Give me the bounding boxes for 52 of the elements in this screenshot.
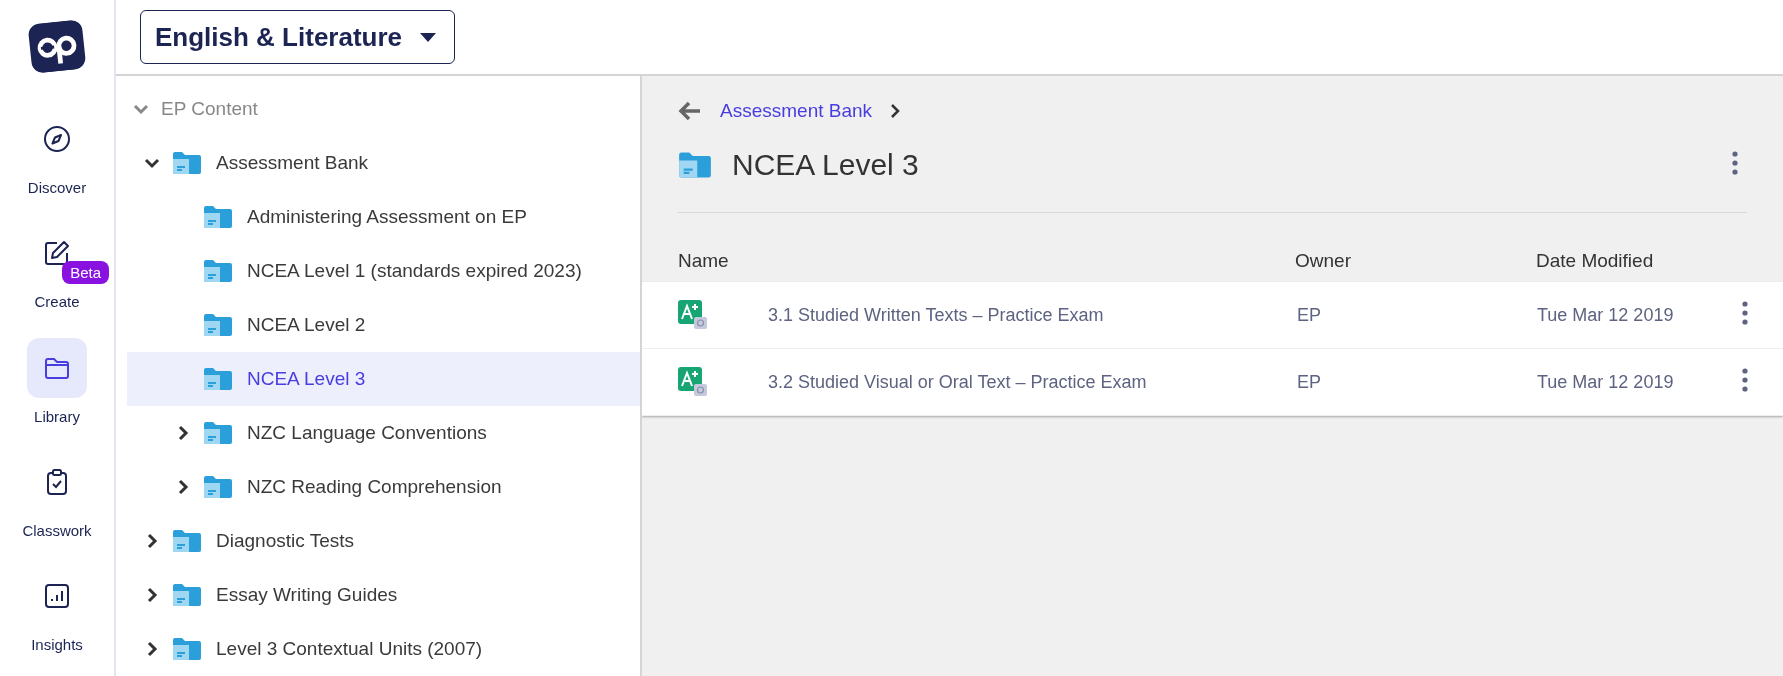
chart-icon [43,581,71,610]
assessment-file-icon [678,300,708,330]
kebab-icon [1742,368,1748,392]
tree-item[interactable]: Administering Assessment on EP [127,190,640,244]
caret-icon [420,32,437,42]
folder-icon [172,151,202,175]
folder-icon [203,259,233,283]
date-cell-text: Tue Mar 12 2019 [1537,304,1675,326]
folder-icon [678,151,712,179]
assessment-file-icon [678,367,708,397]
folder-icon [172,637,202,661]
back-arrow-icon[interactable] [678,101,702,121]
folder-icon [203,421,233,445]
file-name[interactable]: 3.2 Studied Visual or Oral Text – Practice Exam [768,371,1297,393]
date-cell-text: Tue Mar 12 2019 [1537,371,1675,393]
folder-icon [203,475,233,499]
column-header[interactable]: Name [678,249,1295,272]
compass-icon [43,125,71,154]
pencil-icon [43,239,71,268]
nav-item[interactable]: Classwork [5,447,109,562]
tree-item[interactable]: Assessment Bank [127,136,640,190]
folder-icon [172,583,202,607]
folder-icon [203,367,233,391]
column-header[interactable]: Owner [1295,249,1536,272]
tree-item[interactable]: NZC Reading Comprehension [127,460,640,514]
kebab-icon [1732,151,1738,175]
beta-badge: Beta [62,261,109,285]
tree-item[interactable]: NCEA Level 2 [127,298,640,352]
kebab-icon [1742,301,1748,325]
tree-item[interactable]: NCEA Level 1 (standards expired 2023) [127,244,640,298]
owner-cell-text: EP [1297,371,1322,393]
nav-item[interactable]: Library [5,333,109,448]
folder-icon [172,529,202,553]
tree-item[interactable]: Level 3 Contextual Units (2007) [127,622,640,676]
breadcrumb-link[interactable]: Assessment Bank [720,100,873,122]
folder-icon [203,205,233,229]
chevron-right-icon [890,103,901,119]
tree-item[interactable]: NCEA Level 3 [127,352,640,406]
tree-item[interactable]: NZC Language Conventions [127,406,640,460]
nav-item[interactable]: Discover [5,105,109,220]
subject-dropdown[interactable]: English & Literature [140,10,456,64]
folder-icon [203,313,233,337]
tree-item[interactable]: Essay Writing Guides [127,568,640,622]
nav-item[interactable]: Beta Create [5,219,109,334]
column-header[interactable]: Date Modified [1536,249,1783,272]
logo-icon[interactable] [27,19,87,75]
file-name[interactable]: 3.1 Studied Written Texts – Practice Exam [768,304,1297,326]
owner-cell-text: EP [1297,304,1322,326]
nav-item[interactable]: Insights [5,561,109,676]
tree-root[interactable]: EP Content [127,82,640,136]
folder-title: NCEA Level 3 [732,148,920,182]
tree-item[interactable]: Diagnostic Tests [127,514,640,568]
